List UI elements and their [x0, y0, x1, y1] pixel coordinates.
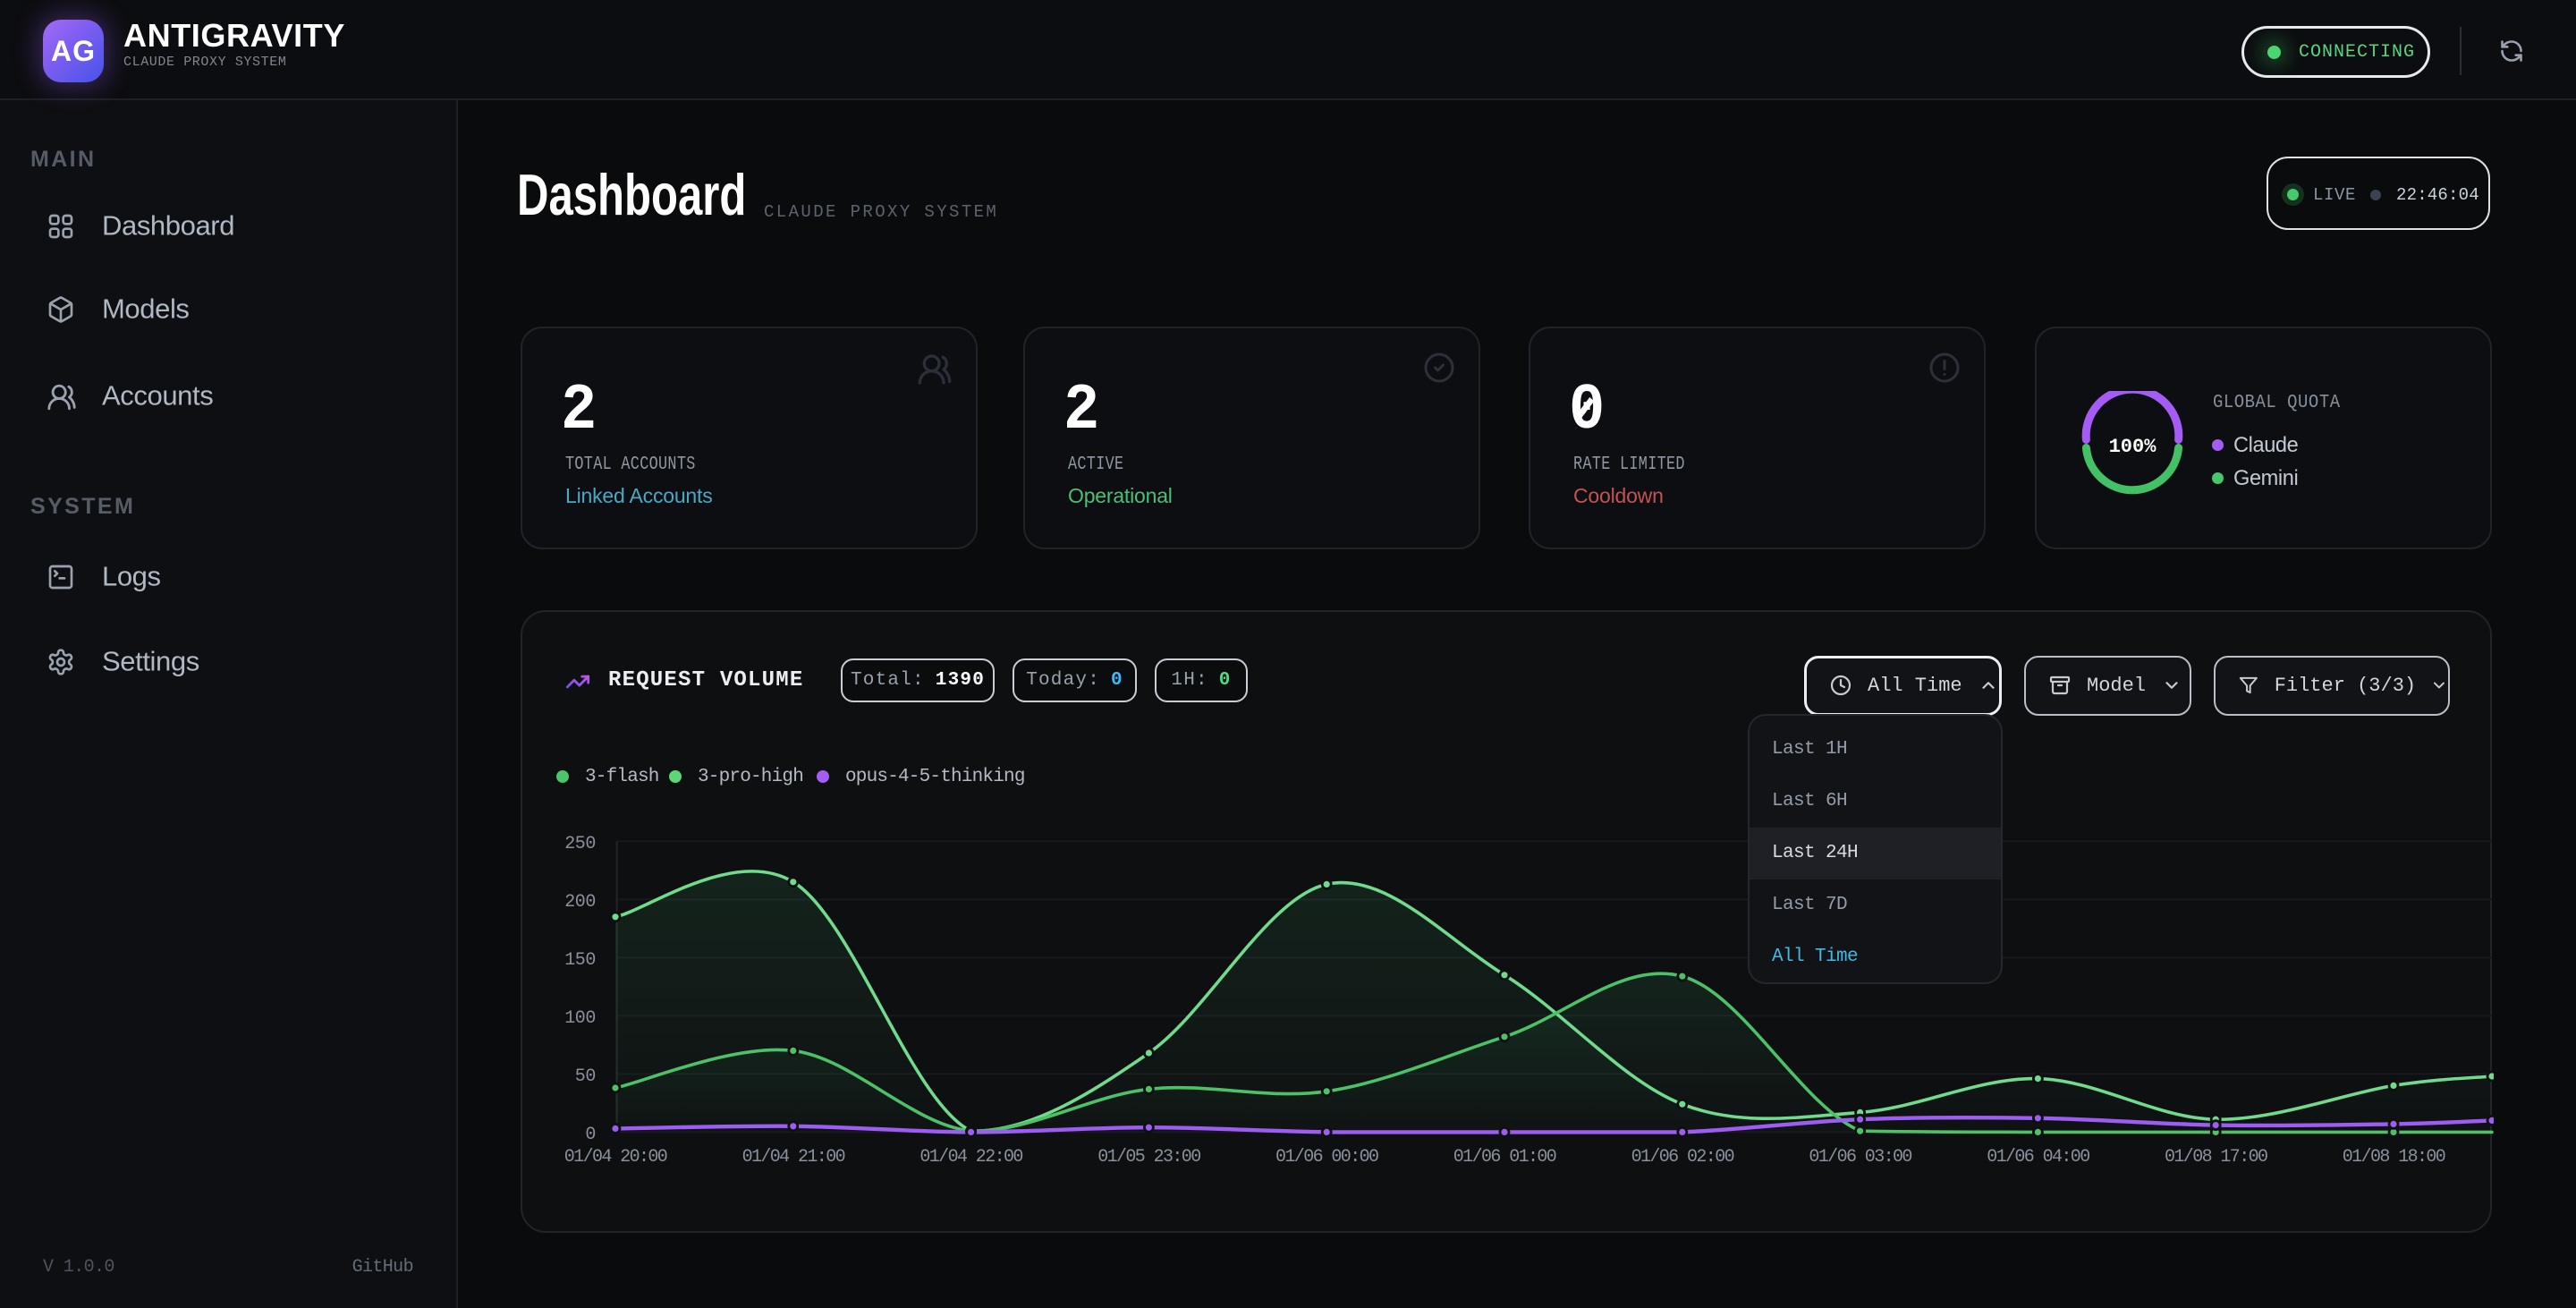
svg-text:01/06 00:00: 01/06 00:00 — [1275, 1147, 1378, 1168]
svg-text:01/08 17:00: 01/08 17:00 — [2165, 1147, 2267, 1168]
svg-text:50: 50 — [575, 1066, 596, 1087]
svg-text:100%: 100% — [2109, 436, 2157, 458]
svg-text:01/04 20:00: 01/04 20:00 — [564, 1147, 667, 1168]
svg-text:01/06 03:00: 01/06 03:00 — [1809, 1147, 1911, 1168]
svg-text:200: 200 — [564, 892, 596, 913]
svg-text:150: 150 — [564, 950, 596, 971]
svg-text:250: 250 — [564, 834, 596, 854]
svg-text:01/06 02:00: 01/06 02:00 — [1631, 1147, 1734, 1168]
svg-text:01/08 18:00: 01/08 18:00 — [2343, 1147, 2445, 1168]
svg-text:0: 0 — [585, 1125, 596, 1145]
svg-text:01/06 04:00: 01/06 04:00 — [1987, 1147, 2089, 1168]
svg-text:01/04 22:00: 01/04 22:00 — [919, 1147, 1022, 1168]
svg-text:01/05 23:00: 01/05 23:00 — [1097, 1147, 1200, 1168]
svg-text:01/04 21:00: 01/04 21:00 — [742, 1147, 845, 1168]
svg-text:01/06 01:00: 01/06 01:00 — [1453, 1147, 1556, 1168]
svg-text:100: 100 — [564, 1008, 596, 1029]
